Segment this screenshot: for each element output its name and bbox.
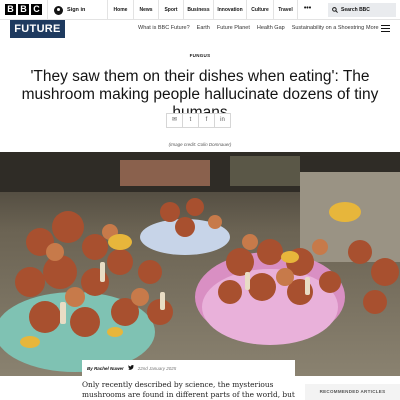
site-nav-what-is-future[interactable]: What is BBC Future? <box>138 25 190 31</box>
linkedin-share-icon[interactable]: in <box>214 113 231 128</box>
share-buttons: ✉ t f in <box>166 113 231 128</box>
nav-home[interactable]: Home <box>107 0 133 20</box>
search-label: Search BBC <box>341 7 370 13</box>
bbc-logo-letter: B <box>5 4 16 15</box>
global-nav: Home News Sport Business Innovation Cult… <box>107 0 317 20</box>
search-icon <box>332 7 338 13</box>
nav-news[interactable]: News <box>133 0 158 20</box>
nav-business[interactable]: Business <box>183 0 213 20</box>
recommended-articles-tab[interactable]: RECOMMENDED ARTICLES <box>305 384 400 400</box>
nav-sport[interactable]: Sport <box>158 0 183 20</box>
author-name[interactable]: By Rachel Nuwer <box>87 366 124 371</box>
facebook-share-icon[interactable]: f <box>198 113 215 128</box>
twitter-share-icon[interactable]: t <box>182 113 199 128</box>
bbc-logo-letter: C <box>31 4 42 15</box>
site-nav-future-planet[interactable]: Future Planet <box>217 25 250 31</box>
mushroom-market-photo <box>0 152 400 376</box>
image-credit: (Image credit: Colin Domnauer) <box>168 142 232 147</box>
sign-in-button[interactable]: Sign in <box>47 0 85 20</box>
site-nav: What is BBC Future? Earth Future Planet … <box>138 25 364 31</box>
byline: By Rachel Nuwer 22nd January 2025 <box>82 360 295 376</box>
nav-innovation[interactable]: Innovation <box>213 0 246 20</box>
twitter-icon[interactable] <box>127 364 134 372</box>
bbc-logo-letter: B <box>18 4 29 15</box>
user-icon <box>54 5 63 15</box>
bbc-global-nav: B B C Sign in Home News Sport Business I… <box>0 0 400 20</box>
article-body: Only recently described by science, the … <box>82 380 295 399</box>
publish-date: 22nd January 2025 <box>137 365 177 371</box>
site-nav-earth[interactable]: Earth <box>197 25 210 31</box>
bbc-logo[interactable]: B B C <box>5 4 42 15</box>
site-nav-sustainability[interactable]: Sustainability on a Shoestring <box>292 25 364 31</box>
article-category[interactable]: FUNGUS <box>0 53 400 58</box>
search-box[interactable]: Search BBC <box>328 3 396 17</box>
nav-culture[interactable]: Culture <box>246 0 273 20</box>
hero-image <box>0 152 400 376</box>
nav-travel[interactable]: Travel <box>273 0 297 20</box>
site-nav-more[interactable]: More <box>366 25 379 31</box>
nav-more-button[interactable]: ••• <box>297 0 317 20</box>
email-share-icon[interactable]: ✉ <box>166 113 183 128</box>
site-nav-health-gap[interactable]: Health Gap <box>257 25 285 31</box>
twitter-bird-icon <box>127 364 134 370</box>
future-logo[interactable]: FUTURE <box>10 20 65 38</box>
sign-in-label: Sign in <box>67 7 86 13</box>
menu-icon[interactable] <box>381 25 390 33</box>
